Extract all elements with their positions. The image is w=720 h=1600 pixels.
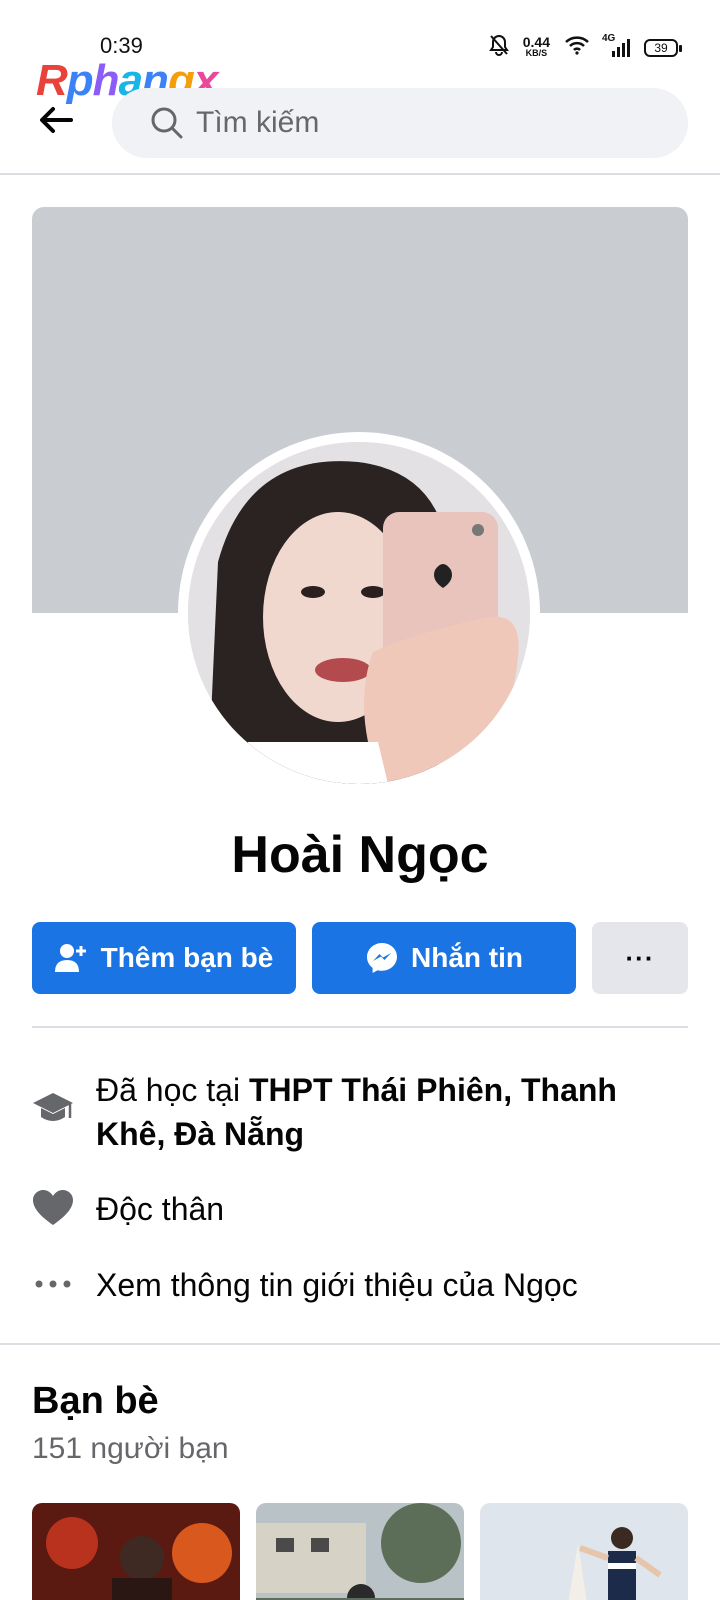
friend-thumbnail[interactable] (480, 1503, 688, 1600)
divider (32, 1026, 688, 1028)
arrow-left-icon (40, 107, 73, 133)
signal-icon: 4G (602, 33, 630, 57)
add-friend-icon (54, 944, 86, 972)
friend-thumbnail[interactable] (256, 1503, 464, 1600)
add-friend-label: Thêm bạn bè (100, 942, 274, 973)
mute-bell-icon (488, 34, 509, 61)
info-education[interactable]: Đã học tại THPT Thái Phiên, Thanh Khê, Đ… (32, 1068, 676, 1156)
divider (0, 1343, 720, 1345)
battery-icon: 39 (644, 38, 682, 57)
wifi-icon (564, 35, 590, 60)
profile-name: Hoài Ngọc (231, 826, 489, 884)
messenger-icon (367, 943, 397, 973)
speed-value: 0.44 (522, 33, 550, 50)
more-icon: ··· (625, 942, 655, 973)
friend-photo (256, 1503, 464, 1600)
back-button[interactable] (36, 100, 76, 140)
message-label: Nhắn tin (411, 942, 523, 973)
friend-photo (480, 1503, 688, 1600)
friends-section-title[interactable]: Bạn bè (32, 1380, 159, 1423)
info-relationship: Độc thân (32, 1187, 224, 1231)
search-placeholder: Tìm kiếm (196, 106, 320, 139)
education-text: Đã học tại THPT Thái Phiên, Thanh Khê, Đ… (96, 1068, 676, 1156)
status-icons: 0.44 KB/S 4G 39 (488, 33, 682, 61)
friend-thumbnail[interactable] (32, 1503, 240, 1600)
network-type: 4G (602, 32, 616, 44)
avatar-image (188, 442, 530, 784)
education-prefix: Đã học tại (96, 1072, 249, 1108)
divider (0, 173, 720, 175)
add-friend-button[interactable]: Thêm bạn bè (32, 922, 296, 994)
heart-icon (32, 1187, 74, 1229)
profile-screen: 0:39 0.44 KB/S 4G 39 Rphangx Tìm kiếm Ho… (0, 0, 720, 1600)
search-bar[interactable]: Tìm kiếm (112, 88, 688, 158)
search-icon (151, 107, 183, 139)
more-dots-icon (32, 1263, 74, 1305)
info-see-about[interactable]: Xem thông tin giới thiệu của Ngọc (32, 1263, 578, 1307)
message-button[interactable]: Nhắn tin (312, 922, 576, 994)
profile-avatar[interactable] (188, 442, 530, 784)
speed-unit: KB/S (525, 47, 548, 58)
network-speed: 0.44 KB/S (522, 33, 550, 59)
friend-photo (32, 1503, 240, 1600)
relationship-text: Độc thân (96, 1191, 225, 1227)
more-options-button[interactable]: ··· (592, 922, 688, 994)
see-about-text: Xem thông tin giới thiệu của Ngọc (96, 1267, 578, 1303)
friends-count: 151 người bạn (32, 1432, 229, 1465)
graduation-cap-icon (32, 1088, 74, 1130)
